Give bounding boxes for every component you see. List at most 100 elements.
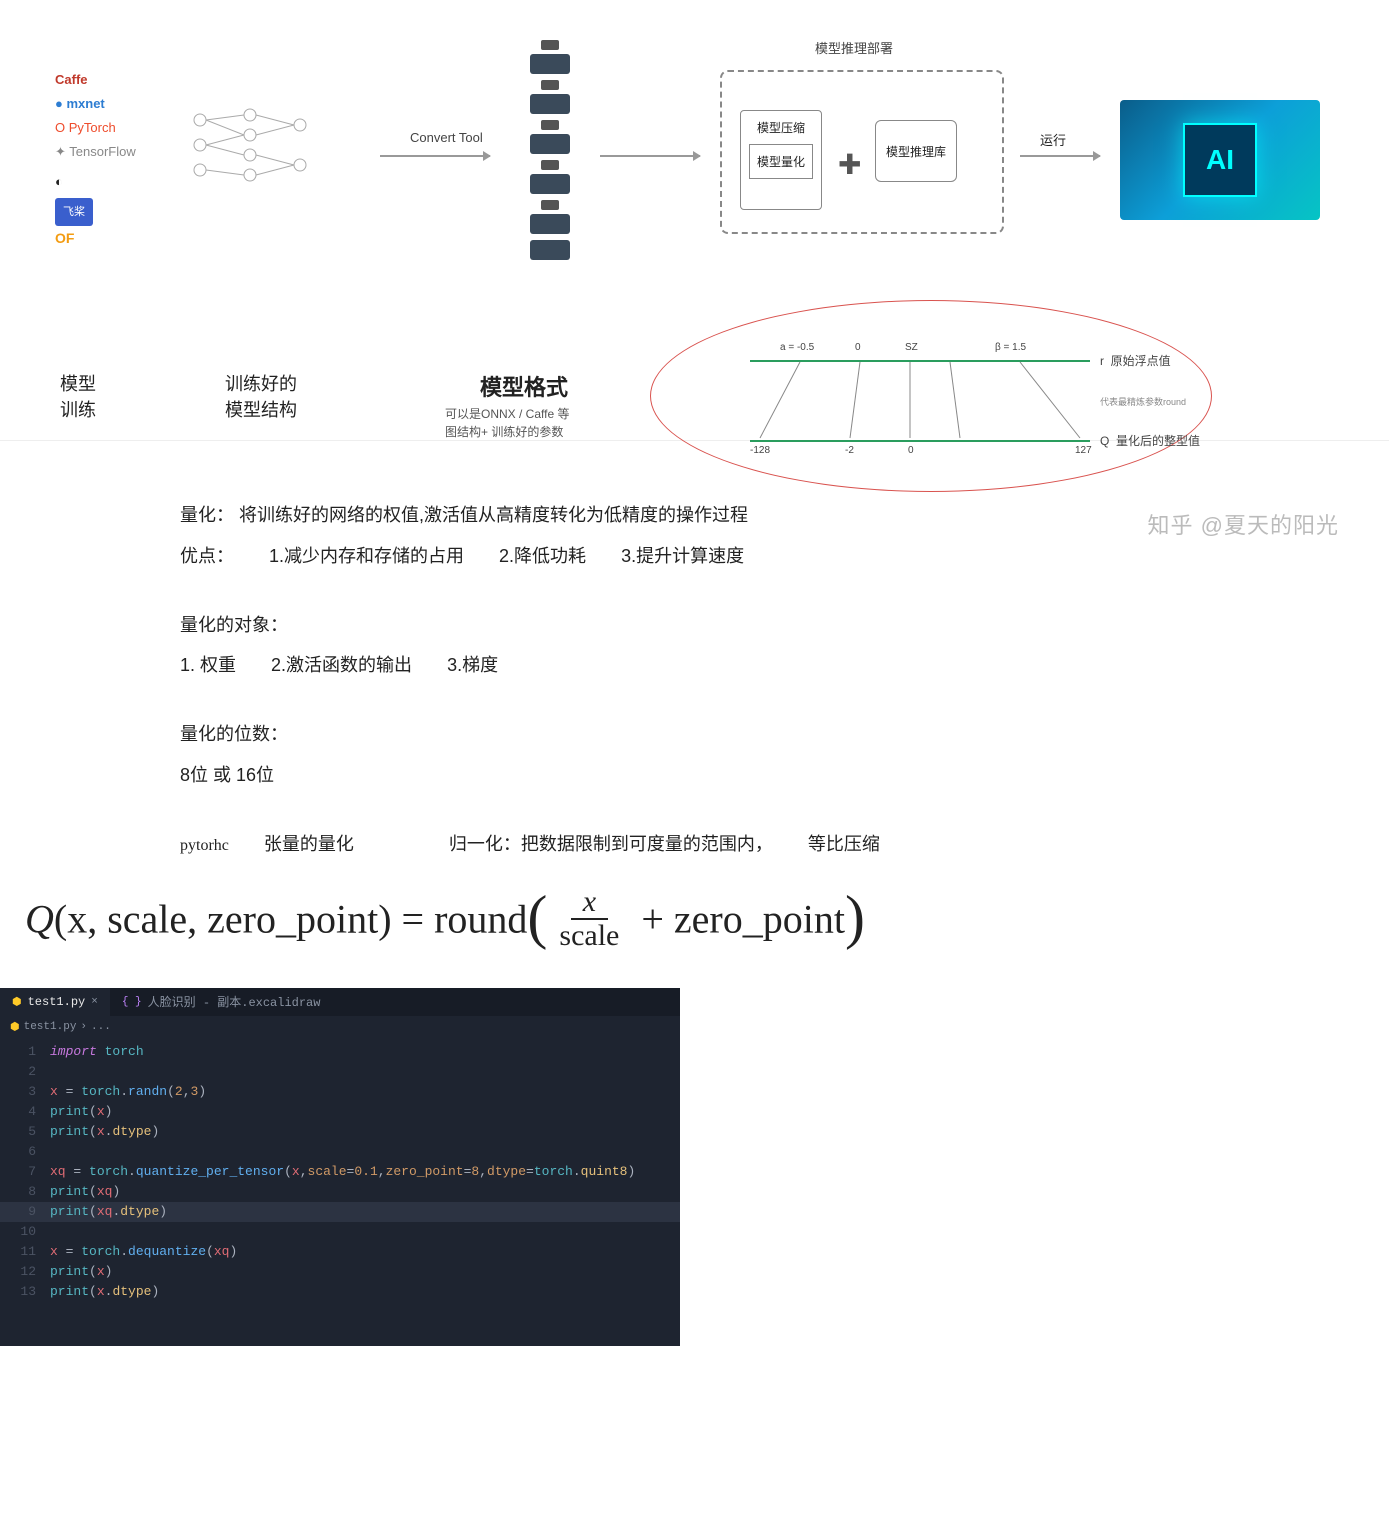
breadcrumb[interactable]: ⬢ test1.py › ... <box>0 1016 680 1038</box>
code-content: print(xq.dtype) <box>50 1202 167 1222</box>
python-icon: ⬢ <box>10 1020 20 1034</box>
tensor-quant-row: pytorhc 张量的量化 归一化：把数据限制到可度量的范围内， 等比压缩 <box>180 830 1080 859</box>
quantization-formula: Q(x, scale, zero_point) = round(xscale +… <box>25 889 1389 958</box>
nn-structure-icon <box>180 100 350 190</box>
code-line[interactable]: 12print(x) <box>0 1262 680 1282</box>
framework-paddle: 飞桨 <box>55 198 93 226</box>
code-editor: ⬢ test1.py × { } 人脸识别 - 副本.excalidraw ⬢ … <box>0 988 680 1346</box>
quantize-definition: 量化： 将训练好的网络的权值,激活值从高精度转化为低精度的操作过程 <box>180 501 1080 530</box>
code-content: xq = torch.quantize_per_tensor(x,scale=0… <box>50 1162 635 1182</box>
compress-box: 模型压缩 模型量化 <box>740 110 822 210</box>
code-content: print(xq) <box>50 1182 120 1202</box>
infer-lib-box: 模型推理库 <box>875 120 957 182</box>
crumb-file: test1.py <box>24 1021 77 1033</box>
tick-n128: -128 <box>750 445 770 456</box>
code-line[interactable]: 6 <box>0 1142 680 1162</box>
line-number: 2 <box>0 1062 50 1082</box>
line-number: 3 <box>0 1082 50 1102</box>
code-line[interactable]: 8print(xq) <box>0 1182 680 1202</box>
quant-targets: 1. 权重 2.激活函数的输出 3.梯度 <box>180 651 1080 680</box>
line-number: 12 <box>0 1262 50 1282</box>
notes-section: 量化： 将训练好的网络的权值,激活值从高精度转化为低精度的操作过程 优点： 1.… <box>180 501 1080 859</box>
line-number: 1 <box>0 1042 50 1062</box>
model-format-icon <box>530 40 570 266</box>
code-line[interactable]: 13print(x.dtype) <box>0 1282 680 1302</box>
line-number: 13 <box>0 1282 50 1302</box>
framework-mxnet: ● mxnet <box>55 92 136 116</box>
close-icon[interactable]: × <box>91 996 98 1008</box>
compress-title: 模型压缩 <box>741 119 821 136</box>
code-line[interactable]: 7xq = torch.quantize_per_tensor(x,scale=… <box>0 1162 680 1182</box>
editor-tabs: ⬢ test1.py × { } 人脸识别 - 副本.excalidraw <box>0 988 680 1016</box>
arrow-icon <box>1020 155 1100 157</box>
convert-tool-label: Convert Tool <box>410 130 483 145</box>
line-number: 4 <box>0 1102 50 1122</box>
run-label: 运行 <box>1040 130 1066 149</box>
code-line[interactable]: 4print(x) <box>0 1102 680 1122</box>
quant-bits-label: 量化的位数： <box>180 720 1080 749</box>
round-note: 代表最精炼参数round <box>1100 395 1186 408</box>
watermark: 知乎 @夏天的阳光 <box>1148 508 1339 540</box>
code-content: x = torch.randn(2,3) <box>50 1082 206 1102</box>
code-content: print(x.dtype) <box>50 1122 159 1142</box>
compress-inner: 模型量化 <box>749 144 813 179</box>
framework-paddle-icon: ◐ <box>55 170 136 194</box>
label-model-format-sub: 可以是ONNX / Caffe 等 图结构+ 训练好的参数 <box>445 405 569 441</box>
label-model-format: 模型格式 <box>480 370 568 402</box>
pytorch-handwritten: pytorhc <box>180 833 229 859</box>
tick-127: 127 <box>1075 445 1092 456</box>
line-number: 8 <box>0 1182 50 1202</box>
code-line[interactable]: 2 <box>0 1062 680 1082</box>
python-icon: ⬢ <box>12 995 22 1009</box>
arrow-icon <box>380 155 490 157</box>
code-content: print(x) <box>50 1102 112 1122</box>
chevron-right-icon: › <box>80 1021 87 1033</box>
framework-oneflow: OF <box>55 226 136 250</box>
quantization-visual: a = -0.5 0 SZ β = 1.5 r 原始浮点值 代表最精炼参数rou… <box>650 300 1210 490</box>
advantages: 优点： 1.减少内存和存储的占用 2.降低功耗 3.提升计算速度 <box>180 542 1080 571</box>
code-line[interactable]: 5print(x.dtype) <box>0 1122 680 1142</box>
code-line[interactable]: 11x = torch.dequantize(xq) <box>0 1242 680 1262</box>
tick-zero2: 0 <box>908 445 914 456</box>
crumb-tail: ... <box>91 1021 111 1033</box>
code-content: x = torch.dequantize(xq) <box>50 1242 237 1262</box>
framework-pytorch: O PyTorch <box>55 116 136 140</box>
line-number: 7 <box>0 1162 50 1182</box>
ai-chip-label: AI <box>1183 123 1257 197</box>
code-line[interactable]: 9print(xq.dtype) <box>0 1202 680 1222</box>
framework-tensorflow: ✦ TensorFlow <box>55 140 136 164</box>
plus-icon: ✚ <box>838 148 861 181</box>
deploy-title: 模型推理部署 <box>815 38 893 57</box>
label-model-training: 模型 训练 <box>60 370 96 422</box>
framework-list: Caffe ● mxnet O PyTorch ✦ TensorFlow ◐ 飞… <box>55 68 136 250</box>
line-number: 6 <box>0 1142 50 1162</box>
pipeline-diagram: Caffe ● mxnet O PyTorch ✦ TensorFlow ◐ 飞… <box>0 0 1389 441</box>
code-line[interactable]: 1import torch <box>0 1042 680 1062</box>
quant-int-label: 量化后的整型值 <box>1116 434 1200 448</box>
code-content: import torch <box>50 1042 144 1062</box>
orig-float-label: 原始浮点值 <box>1111 354 1171 368</box>
line-number: 5 <box>0 1122 50 1142</box>
code-body[interactable]: 1import torch23x = torch.randn(2,3)4prin… <box>0 1038 680 1306</box>
line-number: 9 <box>0 1202 50 1222</box>
tab-label: 人脸识别 - 副本.excalidraw <box>148 993 321 1010</box>
code-content: print(x) <box>50 1262 112 1282</box>
tick-beta: β = 1.5 <box>995 342 1026 353</box>
line-number: 11 <box>0 1242 50 1262</box>
code-line[interactable]: 3x = torch.randn(2,3) <box>0 1082 680 1102</box>
q-symbol: Q <box>1100 434 1109 448</box>
arrow-icon <box>600 155 700 157</box>
quant-targets-label: 量化的对象： <box>180 611 1080 640</box>
code-line[interactable]: 10 <box>0 1222 680 1242</box>
r-symbol: r <box>1100 354 1104 368</box>
tab-test1[interactable]: ⬢ test1.py × <box>0 988 110 1016</box>
tick-n2: -2 <box>845 445 854 456</box>
tab-excalidraw[interactable]: { } 人脸识别 - 副本.excalidraw <box>110 988 333 1016</box>
tab-label: test1.py <box>28 995 86 1009</box>
label-model-struct: 训练好的 模型结构 <box>225 370 297 422</box>
code-content: print(x.dtype) <box>50 1282 159 1302</box>
tick-sz: SZ <box>905 342 918 353</box>
quant-bits-value: 8位 或 16位 <box>180 761 1080 790</box>
framework-caffe: Caffe <box>55 68 136 92</box>
line-number: 10 <box>0 1222 50 1242</box>
